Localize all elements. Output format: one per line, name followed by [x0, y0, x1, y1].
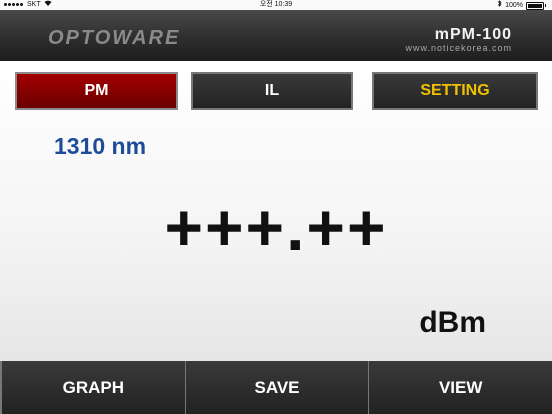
graph-button[interactable]: GRAPH	[0, 361, 186, 414]
battery-percent: 100%	[505, 1, 523, 9]
power-reading: +++.++	[164, 190, 388, 264]
tab-pm[interactable]: PM	[15, 72, 178, 110]
view-button[interactable]: VIEW	[369, 361, 552, 414]
bottom-toolbar: GRAPH SAVE VIEW	[0, 361, 552, 414]
app-header: OPTOWARE mPM-100 www.noticekorea.com	[0, 10, 552, 61]
website-label: www.noticekorea.com	[405, 43, 512, 53]
save-button[interactable]: SAVE	[186, 361, 370, 414]
battery-tip-icon	[545, 4, 546, 7]
tab-il[interactable]: IL	[191, 72, 353, 110]
battery-icon	[526, 1, 544, 10]
brand-logo: OPTOWARE	[48, 27, 181, 49]
unit-label[interactable]: dBm	[419, 306, 486, 340]
model-name: mPM-100	[434, 26, 512, 43]
status-time: 오전 10:39	[259, 1, 293, 8]
wavelength-label[interactable]: 1310 nm	[54, 133, 146, 160]
status-bar: SKT 오전 10:39 100%	[0, 0, 552, 10]
tab-setting[interactable]: SETTING	[372, 72, 538, 110]
